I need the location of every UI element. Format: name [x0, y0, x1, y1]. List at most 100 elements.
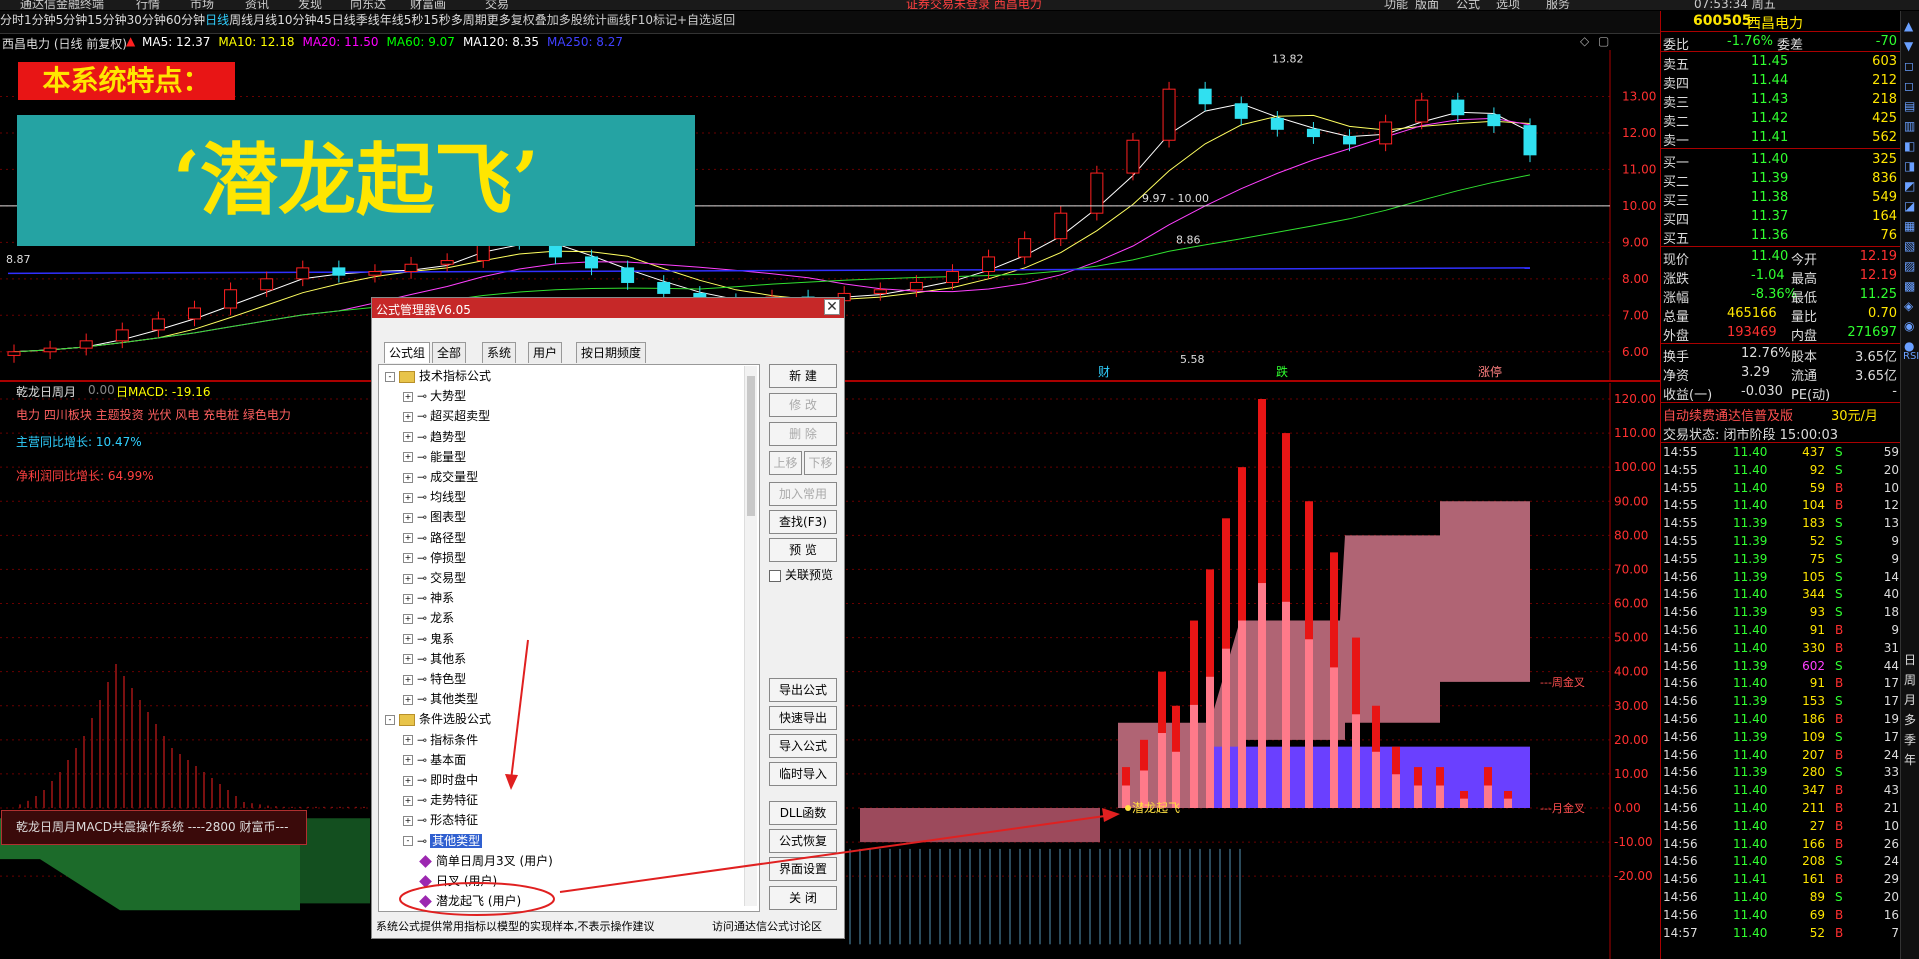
tree-node[interactable]: + ⊸ 龙系: [403, 609, 454, 626]
tree-node[interactable]: + ⊸ 形态特征: [403, 811, 478, 828]
formula-tree[interactable]: - 技术指标公式 + ⊸ 大势型 + ⊸ 超买超卖型 + ⊸ 趋势型 + ⊸ 能量型 + ⊸ 成交量型 + ⊸ 均线型…: [378, 364, 760, 912]
top-menu-item[interactable]: 通达信金融终端: [20, 0, 104, 10]
tree-node[interactable]: + ⊸ 均线型: [403, 488, 466, 505]
expand-icon[interactable]: +: [403, 411, 413, 422]
tree-label[interactable]: 条件选股公式: [419, 712, 491, 726]
tree-node[interactable]: + ⊸ 大势型: [403, 387, 466, 404]
top-menu-item[interactable]: 财富画: [410, 0, 446, 10]
scroll-thumb[interactable]: [747, 376, 755, 516]
tree-label[interactable]: 其他类型: [430, 833, 483, 848]
dialog-button[interactable]: 导入公式: [769, 734, 837, 758]
tree-node[interactable]: + ⊸ 停损型: [403, 549, 466, 566]
tab-2[interactable]: 系统: [482, 342, 517, 363]
tree-label[interactable]: 潜龙起飞 (用户): [436, 894, 521, 908]
tree-label[interactable]: 简单日周月3叉 (用户): [436, 854, 553, 868]
toolbar-item[interactable]: 画线: [607, 13, 631, 27]
expand-icon[interactable]: +: [403, 775, 413, 786]
expand-icon[interactable]: +: [403, 573, 413, 584]
top-menu-item[interactable]: 发现: [298, 0, 322, 10]
period-item[interactable]: 45日线: [316, 13, 355, 27]
forum-link[interactable]: 访问通达信公式讨论区: [712, 918, 822, 934]
tree-label[interactable]: 形态特征: [430, 813, 478, 827]
tree-node[interactable]: - 条件选股公式: [385, 710, 491, 727]
dialog-button[interactable]: 关 闭: [769, 886, 837, 910]
collapse-icon[interactable]: ▢: [1598, 34, 1609, 48]
tree-node[interactable]: + ⊸ 其他类型: [403, 690, 478, 707]
expand-icon[interactable]: +: [403, 694, 413, 705]
dialog-button[interactable]: 预 览: [769, 538, 837, 562]
toolbar-icon[interactable]: ◩: [1904, 179, 1915, 193]
period-item[interactable]: 1分钟: [24, 13, 56, 27]
dialog-button[interactable]: 新 建: [769, 364, 837, 388]
tree-node[interactable]: + ⊸ 其他系: [403, 650, 466, 667]
toolbar-icon[interactable]: ▼: [1904, 39, 1913, 53]
tree-label[interactable]: 大势型: [430, 389, 466, 403]
period-vertical-label[interactable]: 年: [1904, 751, 1916, 768]
expand-icon[interactable]: +: [403, 512, 413, 523]
tree-label[interactable]: 趋势型: [430, 430, 466, 444]
period-vertical-label[interactable]: 日: [1904, 651, 1916, 668]
toolbar-icon[interactable]: ▩: [1904, 279, 1915, 293]
period-item[interactable]: 5秒: [404, 13, 424, 27]
period-item[interactable]: 15分钟: [87, 13, 126, 27]
tree-node[interactable]: + ⊸ 特色型: [403, 670, 466, 687]
toolbar-item[interactable]: 叠加: [535, 13, 559, 27]
dialog-button[interactable]: 公式恢复: [769, 829, 837, 853]
toolbar-icon[interactable]: ◻: [1904, 79, 1914, 93]
toolbar-icon[interactable]: ◪: [1904, 199, 1915, 213]
tree-scrollbar[interactable]: [744, 366, 757, 906]
expand-icon[interactable]: +: [403, 795, 413, 806]
tree-label[interactable]: 其他系: [430, 652, 466, 666]
top-menu-item[interactable]: 证券交易未登录 西昌电力: [906, 0, 1042, 10]
tree-node[interactable]: - 技术指标公式: [385, 367, 491, 384]
tree-node[interactable]: + ⊸ 图表型: [403, 508, 466, 525]
top-menu-item[interactable]: 资讯: [245, 0, 269, 10]
tree-node[interactable]: - ⊸ 其他类型: [403, 832, 483, 849]
tree-label[interactable]: 均线型: [430, 490, 466, 504]
toolbar-icon[interactable]: ▦: [1904, 219, 1915, 233]
tree-node[interactable]: 潜龙起飞 (用户): [419, 892, 521, 909]
tree-node[interactable]: + ⊸ 成交量型: [403, 468, 478, 485]
top-menu-item[interactable]: 版面: [1415, 0, 1439, 10]
expand-icon[interactable]: +: [403, 613, 413, 624]
expand-icon[interactable]: +: [403, 755, 413, 766]
toolbar-icon[interactable]: ◧: [1904, 139, 1915, 153]
tree-label[interactable]: 走势特征: [430, 793, 478, 807]
tree-label[interactable]: 即时盘中: [430, 773, 478, 787]
tab-4[interactable]: 按日期频度: [576, 342, 647, 363]
period-item[interactable]: 更多: [487, 13, 511, 27]
period-item[interactable]: 月线: [253, 13, 277, 27]
expand-icon[interactable]: +: [403, 452, 413, 463]
period-vertical-label[interactable]: 月: [1904, 691, 1916, 708]
tree-label[interactable]: 日叉 (用户): [436, 874, 497, 888]
toolbar-item[interactable]: 复权: [511, 13, 535, 27]
tree-label[interactable]: 停损型: [430, 551, 466, 565]
period-item[interactable]: 季线: [356, 13, 380, 27]
dialog-button[interactable]: 快速导出: [769, 706, 837, 730]
tab-3[interactable]: 用户: [528, 342, 563, 363]
related-preview-checkbox[interactable]: 关联预览: [769, 566, 833, 583]
tree-node[interactable]: 简单日周月3叉 (用户): [419, 852, 553, 869]
dialog-button[interactable]: 查找(F3): [769, 510, 837, 534]
top-menu-item[interactable]: 公式: [1456, 0, 1480, 10]
rsi-icon[interactable]: RSI: [1903, 351, 1919, 362]
tree-node[interactable]: 日叉 (用户): [419, 872, 497, 889]
period-item[interactable]: 5分钟: [56, 13, 88, 27]
expand-icon[interactable]: +: [403, 634, 413, 645]
close-icon[interactable]: ✕: [824, 299, 840, 315]
tree-label[interactable]: 基本面: [430, 753, 466, 767]
expand-icon[interactable]: +: [403, 654, 413, 665]
top-menu-item[interactable]: 市场: [190, 0, 214, 10]
toolbar-icon[interactable]: ◉: [1904, 319, 1914, 333]
toolbar-item[interactable]: +自选: [677, 13, 711, 27]
tree-label[interactable]: 成交量型: [430, 470, 478, 484]
settings-diamond-icon[interactable]: ◇: [1580, 34, 1589, 48]
tree-label[interactable]: 路径型: [430, 531, 466, 545]
toolbar-icon[interactable]: ▧: [1904, 239, 1915, 253]
period-item[interactable]: 多周期: [451, 13, 487, 27]
toolbar-icon[interactable]: ▨: [1904, 259, 1915, 273]
expand-icon[interactable]: +: [403, 432, 413, 443]
tree-node[interactable]: + ⊸ 指标条件: [403, 731, 478, 748]
period-item[interactable]: 15秒: [423, 13, 450, 27]
checkbox[interactable]: [769, 569, 781, 582]
